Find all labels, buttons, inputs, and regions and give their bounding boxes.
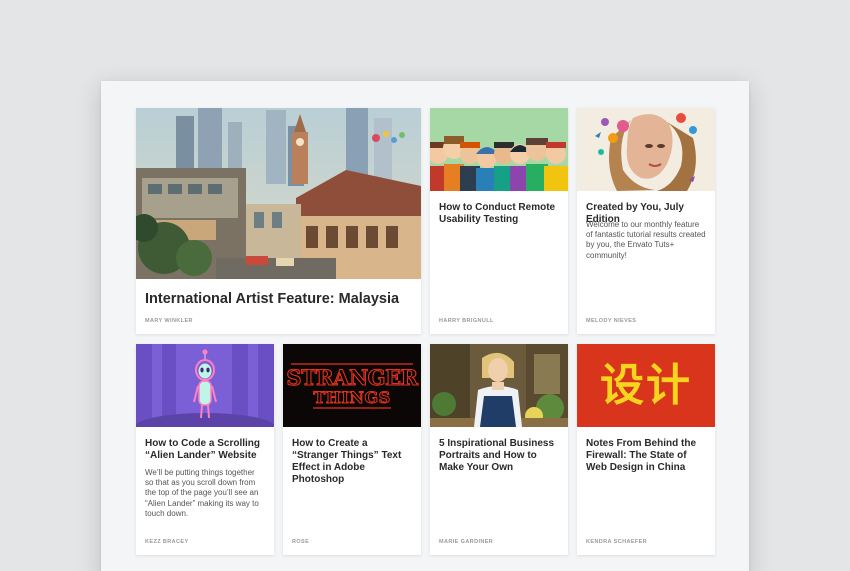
article-title[interactable]: Notes From Behind the Firewall: The Stat…	[586, 438, 706, 474]
article-author[interactable]: KENDRA SCHAEFER	[586, 539, 647, 545]
stranger-text-line2: THINGS	[313, 388, 390, 407]
malaysia-cityscape-image[interactable]	[136, 108, 421, 279]
article-title[interactable]: How to Code a Scrolling “Alien Lander” W…	[145, 438, 265, 462]
article-author[interactable]: ROSE	[292, 539, 309, 545]
article-card-china-web-design[interactable]: 设计 Notes From Behind the Firewall: The S…	[577, 344, 715, 555]
article-title[interactable]: 5 Inspirational Business Portraits and H…	[439, 438, 559, 474]
article-author[interactable]: HARRY BRIGNULL	[439, 318, 494, 324]
article-title[interactable]: International Artist Feature: Malaysia	[145, 290, 412, 308]
article-card-stranger-things[interactable]: STRANGER THINGS How to Create a “Strange…	[283, 344, 421, 555]
article-title[interactable]: How to Create a “Stranger Things” Text E…	[292, 438, 412, 486]
business-portrait-image[interactable]	[430, 344, 568, 427]
stranger-text-line1: STRANGER	[286, 365, 418, 390]
floral-portrait-image[interactable]	[577, 108, 715, 191]
article-card-created-by-you[interactable]: Created by You, July Edition Welcome to …	[577, 108, 715, 334]
article-card-alien-lander[interactable]: How to Code a Scrolling “Alien Lander” W…	[136, 344, 274, 555]
article-card-malaysia[interactable]: International Artist Feature: Malaysia M…	[136, 108, 421, 334]
article-grid-sheet: International Artist Feature: Malaysia M…	[101, 81, 749, 571]
article-card-business-portraits[interactable]: 5 Inspirational Business Portraits and H…	[430, 344, 568, 555]
article-excerpt: Welcome to our monthly feature of fantas…	[586, 220, 706, 260]
article-card-usability[interactable]: How to Conduct Remote Usability Testing …	[430, 108, 568, 334]
article-title[interactable]: How to Conduct Remote Usability Testing	[439, 202, 559, 226]
chinese-characters-image[interactable]: 设计	[577, 344, 715, 427]
article-author[interactable]: MELODY NIEVES	[586, 318, 636, 324]
cartoon-people-image[interactable]	[430, 108, 568, 191]
article-author[interactable]: KEZZ BRACEY	[145, 539, 189, 545]
article-author[interactable]: MARIE GARDINER	[439, 539, 493, 545]
article-excerpt: We’ll be putting things together so that…	[145, 468, 259, 518]
article-author[interactable]: MARY WINKLER	[145, 318, 193, 324]
stranger-things-image[interactable]: STRANGER THINGS	[283, 344, 421, 427]
chinese-characters-text: 设计	[600, 359, 692, 411]
alien-lander-image[interactable]	[136, 344, 274, 427]
